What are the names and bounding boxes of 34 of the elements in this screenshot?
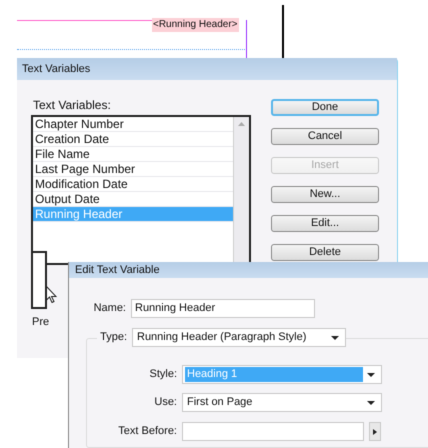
text-before-field[interactable] <box>182 422 364 441</box>
dropdown[interactable]: Running Header (Paragraph Style) <box>132 328 346 347</box>
scrollbar[interactable] <box>233 117 249 263</box>
dropdown[interactable]: First on Page <box>182 393 382 412</box>
mouse-pointer-icon <box>46 286 57 303</box>
dropdown-caret-icon <box>331 336 339 340</box>
list-item[interactable]: Creation Date <box>33 132 233 147</box>
insert-menu-button[interactable] <box>369 422 381 441</box>
scroll-up-arrow-icon[interactable] <box>238 122 245 126</box>
dialog-title: Edit Text Variable <box>75 262 160 278</box>
list-label: Text Variables: <box>33 97 112 113</box>
list-item[interactable]: Chapter Number <box>33 117 233 132</box>
dialog-button[interactable]: Delete <box>271 244 379 261</box>
list-item[interactable]: File Name <box>33 147 233 162</box>
style-label: Style: <box>148 367 178 382</box>
running-header-marker: <Running Header> <box>152 18 239 32</box>
dialog-title: Text Variables <box>22 62 90 77</box>
list-item[interactable]: Modification Date <box>33 177 233 192</box>
name-label: Name: <box>92 301 127 316</box>
name-field[interactable]: Running Header <box>131 299 315 318</box>
use-label: Use: <box>153 395 178 410</box>
list-item[interactable]: Last Page Number <box>33 162 233 177</box>
dialog-button[interactable]: Done <box>271 99 379 116</box>
dropdown-caret-icon <box>367 372 375 376</box>
text-before-label: Text Before: <box>117 424 178 440</box>
dropdown-caret-icon <box>367 400 375 404</box>
dropdown-value: First on Page <box>186 395 254 410</box>
dialog-button[interactable]: Cancel <box>271 128 379 145</box>
dialog-button[interactable]: New... <box>271 186 379 203</box>
dialog-button[interactable]: Edit... <box>271 215 379 232</box>
triangle-right-icon <box>373 428 377 434</box>
dropdown-value: Running Header (Paragraph Style) <box>136 330 308 345</box>
preview-label: Pre <box>32 315 50 330</box>
dropdown-value: Heading 1 <box>185 367 363 382</box>
